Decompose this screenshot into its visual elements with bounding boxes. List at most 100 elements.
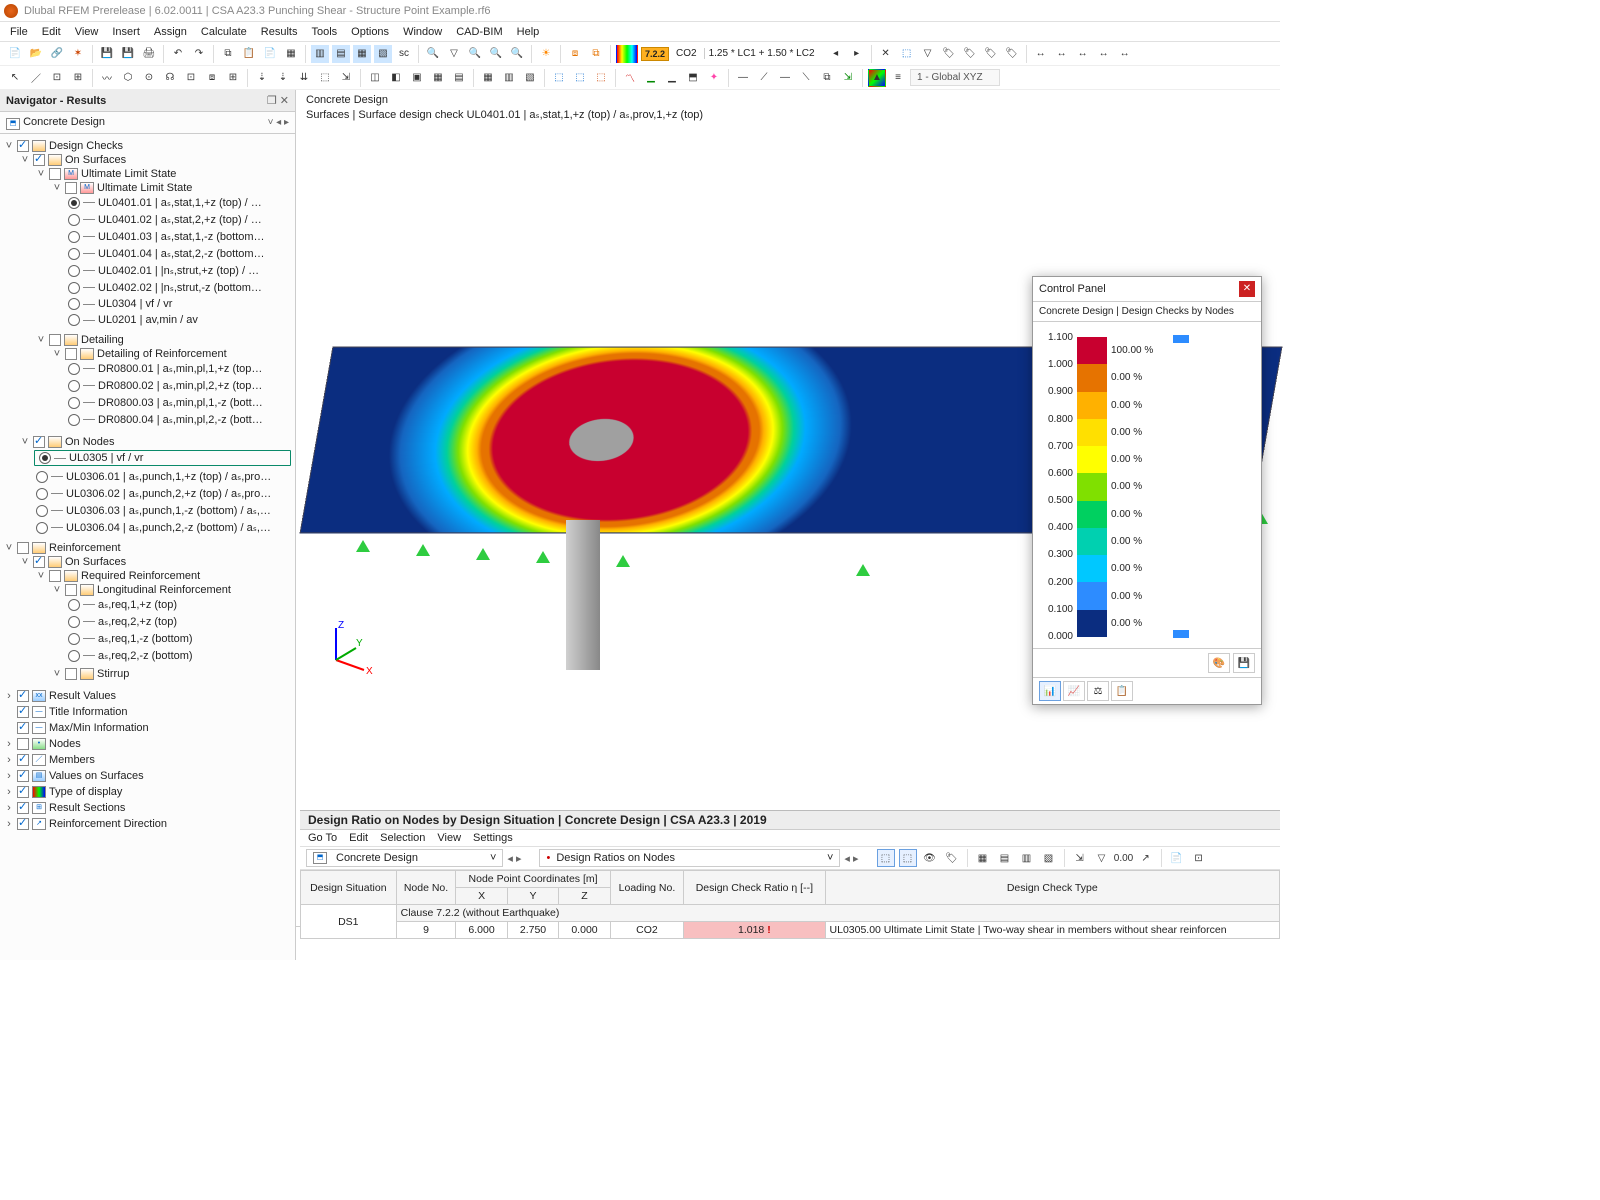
radio[interactable]	[36, 505, 48, 517]
tag-icon[interactable]: 🏷	[943, 849, 961, 867]
find2-icon[interactable]: 🔍	[466, 45, 484, 63]
filter2-icon[interactable]: ▽	[919, 45, 937, 63]
results-table[interactable]: Design Situation Node No. Node Point Coo…	[300, 870, 1280, 939]
tab-balance-icon[interactable]: ⚖	[1087, 681, 1109, 701]
radio[interactable]	[68, 633, 80, 645]
undock-icon[interactable]: ❐	[267, 95, 277, 107]
export-icon[interactable]: ⇲	[1071, 849, 1089, 867]
menu-file[interactable]: File	[10, 26, 28, 38]
view4-icon[interactable]: ▦	[429, 69, 447, 87]
radio[interactable]	[68, 214, 80, 226]
details2-icon[interactable]: ⊡	[1190, 849, 1208, 867]
disp2-icon[interactable]: ⬚	[571, 69, 589, 87]
undo-icon[interactable]: ↶	[169, 45, 187, 63]
disp1-icon[interactable]: ⬚	[550, 69, 568, 87]
mesh1-icon[interactable]: ▦	[479, 69, 497, 87]
radio[interactable]	[36, 522, 48, 534]
dim5-icon[interactable]: ↔	[1116, 45, 1134, 63]
sub4-icon[interactable]: ⟍	[797, 69, 815, 87]
sub1-icon[interactable]: —	[734, 69, 752, 87]
radio[interactable]	[68, 298, 80, 310]
radio[interactable]	[68, 414, 80, 426]
gradient-icon[interactable]	[616, 45, 638, 63]
tree-check[interactable]	[65, 348, 77, 360]
radio[interactable]	[68, 616, 80, 628]
draw4-icon[interactable]: 〰	[98, 69, 116, 87]
grid1-icon[interactable]: ▦	[974, 849, 992, 867]
filter-res-icon[interactable]: ▽	[1093, 849, 1111, 867]
view1-icon[interactable]: ◫	[366, 69, 384, 87]
menu-calculate[interactable]: Calculate	[201, 26, 247, 38]
new-icon[interactable]: 📄	[6, 45, 24, 63]
radio[interactable]	[68, 599, 80, 611]
mesh3-icon[interactable]: ▧	[521, 69, 539, 87]
view5-icon[interactable]: ▤	[450, 69, 468, 87]
edit-scale-icon[interactable]: 🎨	[1208, 653, 1230, 673]
tree-check[interactable]	[33, 556, 45, 568]
sub2-icon[interactable]: ⟋	[755, 69, 773, 87]
results-off-icon[interactable]: ✕	[877, 45, 895, 63]
redo-icon[interactable]: ↷	[190, 45, 208, 63]
table-row[interactable]: 9 6.000 2.750 0.000 CO2 1.018 ! UL0305.0…	[301, 922, 1280, 939]
badge-722[interactable]: 7.2.2	[641, 47, 669, 61]
grid-icon[interactable]: ▦	[282, 45, 300, 63]
pointer-icon[interactable]: ↖	[6, 69, 24, 87]
dim4-icon[interactable]: ↔	[1095, 45, 1113, 63]
combo-lc[interactable]: 1.25 * LC1 + 1.50 * LC2	[704, 48, 824, 59]
radio[interactable]	[68, 231, 80, 243]
tag2-icon[interactable]: 🏷	[961, 45, 979, 63]
link-icon[interactable]: 🔗	[48, 45, 66, 63]
menu-options[interactable]: Options	[351, 26, 389, 38]
copy-icon[interactable]: ⧉	[219, 45, 237, 63]
grid3-icon[interactable]: ▥	[1018, 849, 1036, 867]
print-icon[interactable]: 🖨	[140, 45, 158, 63]
load2-icon[interactable]: ⇣	[274, 69, 292, 87]
dim2-icon[interactable]: ↔	[1053, 45, 1071, 63]
radio[interactable]	[36, 471, 48, 483]
tree-check[interactable]	[49, 570, 61, 582]
details-icon[interactable]: 📄	[1168, 849, 1186, 867]
menu-insert[interactable]: Insert	[112, 26, 140, 38]
draw10-icon[interactable]: ⊞	[224, 69, 242, 87]
sub3-icon[interactable]: —	[776, 69, 794, 87]
draw3-icon[interactable]: ⊞	[69, 69, 87, 87]
radio[interactable]	[39, 452, 51, 464]
chart3-icon[interactable]: ▁	[663, 69, 681, 87]
radio[interactable]	[68, 248, 80, 260]
radio[interactable]	[36, 488, 48, 500]
menu-help[interactable]: Help	[517, 26, 540, 38]
radio[interactable]	[68, 363, 80, 375]
results-menu-edit[interactable]: Edit	[349, 832, 368, 844]
tree-check[interactable]	[17, 754, 29, 766]
save-all-icon[interactable]: 💾	[119, 45, 137, 63]
grid2-icon[interactable]: ▤	[996, 849, 1014, 867]
node-icon[interactable]: ✶	[69, 45, 87, 63]
table4-icon[interactable]: ▧	[374, 45, 392, 63]
tree-check[interactable]	[33, 436, 45, 448]
draw7-icon[interactable]: ☊	[161, 69, 179, 87]
chart-icon[interactable]: 〽	[621, 69, 639, 87]
prev-icon[interactable]: ◂	[827, 45, 845, 63]
zoomin-icon[interactable]: 🔍	[508, 45, 526, 63]
tree-check[interactable]	[65, 668, 77, 680]
find-icon[interactable]: 🔍	[424, 45, 442, 63]
tab-colorscale-icon[interactable]: 📊	[1039, 681, 1061, 701]
global-xyz-combo[interactable]: 1 - Global XYZ	[910, 69, 1000, 86]
struct-icon[interactable]: ⧈	[566, 45, 584, 63]
draw9-icon[interactable]: ⧈	[203, 69, 221, 87]
menu-cadbim[interactable]: CAD-BIM	[456, 26, 502, 38]
radio[interactable]	[68, 197, 80, 209]
frame-icon[interactable]: ⬚	[898, 45, 916, 63]
tree-check[interactable]	[17, 542, 29, 554]
struct2-icon[interactable]: ⧉	[587, 45, 605, 63]
tree-check[interactable]	[17, 770, 29, 782]
nav-sub-label[interactable]: Concrete Design	[23, 116, 105, 128]
sun-icon[interactable]: ☀	[537, 45, 555, 63]
menu-window[interactable]: Window	[403, 26, 442, 38]
results-menu-settings[interactable]: Settings	[473, 832, 513, 844]
load4-icon[interactable]: ⬚	[316, 69, 334, 87]
results-menu-view[interactable]: View	[437, 832, 461, 844]
clipboard-icon[interactable]: 📋	[240, 45, 258, 63]
dim3-icon[interactable]: ↔	[1074, 45, 1092, 63]
tree-check[interactable]	[17, 786, 29, 798]
